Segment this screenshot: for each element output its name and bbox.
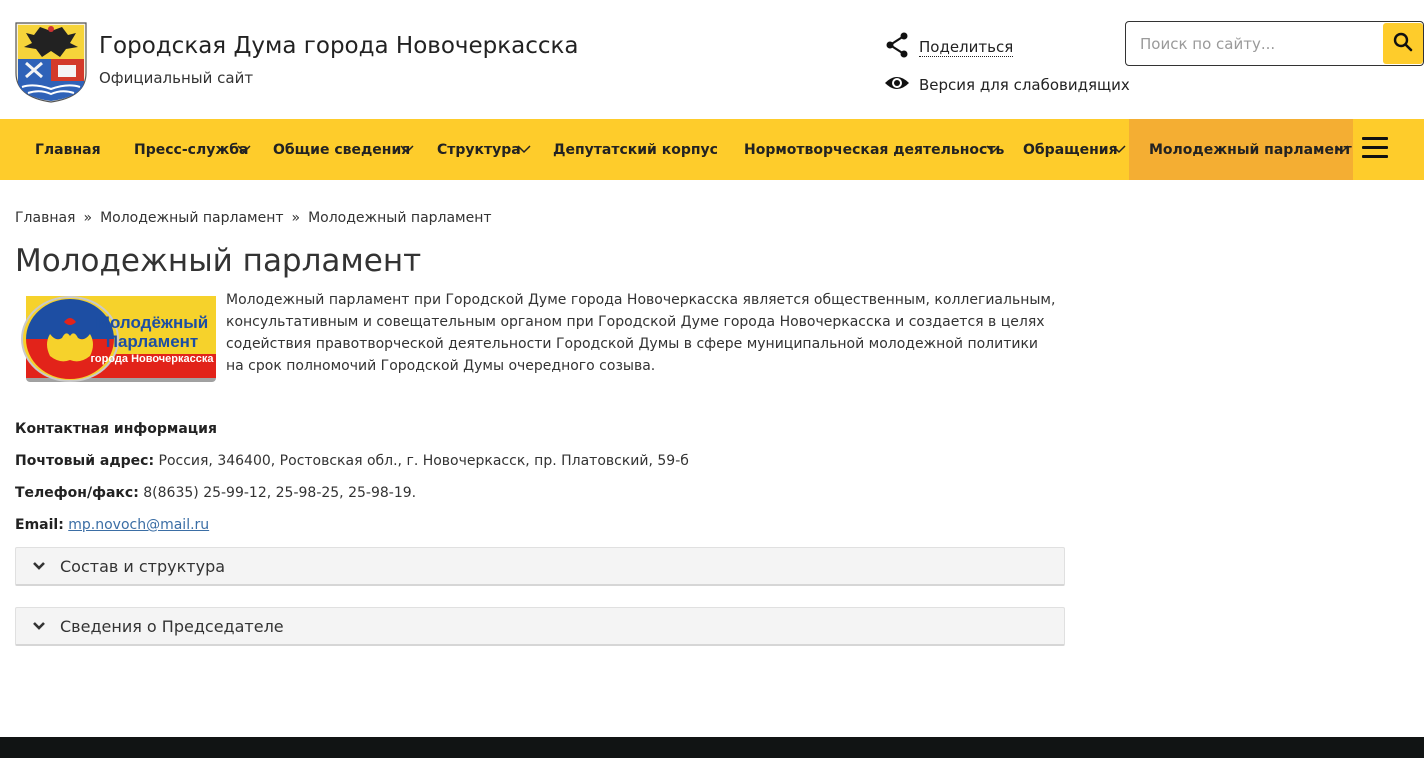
main-nav: Главная Пресс-служба Общие сведения Стру… xyxy=(0,119,1424,180)
nav-item-label: Главная xyxy=(35,141,101,158)
chevron-down-icon xyxy=(986,145,1000,154)
search-input[interactable] xyxy=(1126,22,1381,65)
nav-item-home[interactable]: Главная xyxy=(15,119,115,180)
chevron-down-icon xyxy=(517,145,531,154)
search-button[interactable] xyxy=(1383,23,1423,64)
nav-item-label: Обращения xyxy=(1023,141,1118,158)
chevron-down-icon xyxy=(237,145,251,154)
breadcrumb-separator-icon: » xyxy=(291,210,301,226)
breadcrumb-home[interactable]: Главная xyxy=(15,210,75,226)
low-vision-label[interactable]: Версия для слабовидящих xyxy=(919,76,1130,94)
share-icon xyxy=(884,32,910,62)
breadcrumb: Главная » Молодежный парламент » Молодеж… xyxy=(15,210,492,226)
email-label: Email: xyxy=(15,517,64,533)
intro-paragraph: Молодежный парламент при Городской Думе … xyxy=(226,292,1056,374)
email-link[interactable]: mp.novoch@mail.ru xyxy=(68,517,209,533)
nav-item-structure[interactable]: Структура xyxy=(417,119,535,180)
nav-item-label: Общие сведения xyxy=(273,141,411,158)
postal-address-label: Почтовый адрес: xyxy=(15,453,155,469)
page-title: Молодежный парламент xyxy=(15,243,422,279)
nav-item-appeals[interactable]: Обращения xyxy=(1005,119,1129,180)
search-box xyxy=(1125,21,1424,66)
youth-parliament-logo: Молодёжный Парламент города Новочеркасск… xyxy=(20,294,218,384)
chevron-down-icon xyxy=(1335,145,1349,154)
search-icon xyxy=(1393,32,1413,56)
accordion-chairman[interactable]: Сведения о Председателе xyxy=(15,607,1065,646)
logo-text-line3: города Новочеркасска xyxy=(90,353,214,365)
menu-icon[interactable] xyxy=(1362,137,1388,159)
accordion-composition[interactable]: Состав и структура xyxy=(15,547,1065,586)
logo-text-line1: Молодёжный xyxy=(96,313,208,332)
phone-label: Телефон/факс: xyxy=(15,485,139,501)
logo-text-line2: Парламент xyxy=(106,332,199,351)
breadcrumb-current: Молодежный парламент xyxy=(308,210,492,226)
phone-value: 8(8635) 25-99-12, 25-98-25, 25-98-19. xyxy=(138,485,417,501)
eye-icon xyxy=(884,72,910,98)
low-vision-link[interactable]: Версия для слабовидящих xyxy=(884,72,1130,98)
chevron-down-icon xyxy=(32,559,46,573)
nav-item-deputies[interactable]: Депутатский корпус xyxy=(535,119,725,180)
nav-item-press[interactable]: Пресс-служба xyxy=(115,119,255,180)
nav-item-label: Депутатский корпус xyxy=(553,141,718,158)
contacts-heading: Контактная информация xyxy=(15,421,217,437)
phone-row: Телефон/факс: 8(8635) 25-99-12, 25-98-25… xyxy=(15,485,416,501)
nav-item-label: Нормотворческая деятельность xyxy=(744,141,1005,158)
share-button[interactable]: Поделиться xyxy=(884,32,1014,62)
coat-of-arms-logo[interactable] xyxy=(14,21,88,103)
nav-item-label: Пресс-служба xyxy=(134,141,249,158)
nav-item-youth-parliament[interactable]: Молодежный парламент xyxy=(1129,119,1353,180)
postal-address-row: Почтовый адрес: Россия, 346400, Ростовск… xyxy=(15,453,689,469)
chevron-down-icon xyxy=(1112,145,1126,154)
chevron-down-icon xyxy=(400,145,414,154)
nav-item-label: Молодежный парламент xyxy=(1149,141,1352,158)
site-title[interactable]: Городская Дума города Новочеркасска xyxy=(99,33,579,59)
breadcrumb-separator-icon: » xyxy=(83,210,93,226)
breadcrumb-youth-parliament[interactable]: Молодежный парламент xyxy=(100,210,283,226)
accordion-label: Сведения о Председателе xyxy=(60,616,284,636)
email-row: Email: mp.novoch@mail.ru xyxy=(15,517,209,533)
postal-address-value: Россия, 346400, Ростовская обл., г. Ново… xyxy=(154,453,689,469)
site-header: Городская Дума города Новочеркасска Офиц… xyxy=(0,0,1424,119)
share-label[interactable]: Поделиться xyxy=(919,38,1014,57)
chevron-down-icon xyxy=(32,619,46,633)
nav-item-general[interactable]: Общие сведения xyxy=(255,119,417,180)
site-subtitle: Официальный сайт xyxy=(99,69,254,87)
footer-bar xyxy=(0,737,1424,758)
accordion-label: Состав и структура xyxy=(60,556,226,576)
nav-item-label: Структура xyxy=(437,141,521,158)
nav-item-lawmaking[interactable]: Нормотворческая деятельность xyxy=(725,119,1005,180)
